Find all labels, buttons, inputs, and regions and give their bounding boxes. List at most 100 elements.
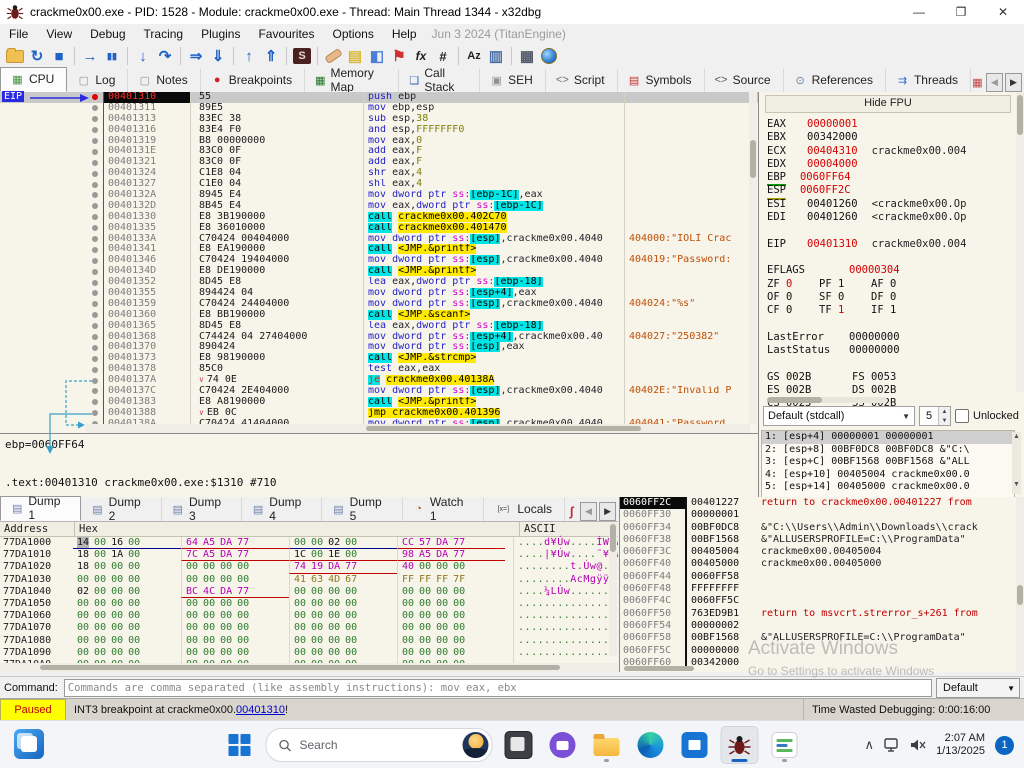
register-row[interactable]: ES 002BDS 002B [767, 384, 1017, 397]
breakpoint-dot-cell[interactable] [86, 103, 104, 114]
register-value[interactable]: 00000000 [849, 344, 900, 356]
disasm-vscrollbar[interactable] [749, 92, 757, 424]
menu-item-favourites[interactable]: Favourites [249, 27, 323, 41]
disasm-row[interactable]: 00401335E8 36010000call crackme0x00.4014… [0, 223, 758, 234]
breakpoint-dot-cell[interactable] [86, 212, 104, 223]
breakpoint-dot-cell[interactable] [86, 234, 104, 245]
stack-row[interactable]: 0060FF440060FF58 [620, 571, 1024, 583]
tab-references[interactable]: ⊙References [784, 69, 886, 92]
tab-script[interactable]: <>Script [546, 69, 618, 92]
breakpoint-dot-cell[interactable] [86, 353, 104, 364]
arguments-list[interactable]: 1: [esp+4] 00000001 000000012: [esp+8] 0… [761, 430, 1015, 497]
functions-icon[interactable]: fx [410, 46, 432, 66]
tab-symbols[interactable]: ▤Symbols [618, 69, 705, 92]
argument-row[interactable]: 5: [esp+14] 00405000 crackme0x00.0 [762, 481, 1014, 494]
argument-row[interactable]: 4: [esp+10] 00405004 crackme0x00.0 [762, 469, 1014, 482]
breakpoint-dot-cell[interactable] [86, 255, 104, 266]
tab-log[interactable]: ▢Log [67, 69, 128, 92]
command-mode-select[interactable]: Default▼ [936, 678, 1020, 698]
breakpoint-dot-cell[interactable] [86, 342, 104, 353]
breakpoint-dot-cell[interactable] [86, 310, 104, 321]
breakpoint-dot-cell[interactable] [86, 277, 104, 288]
breakpoint-dot-cell[interactable] [86, 266, 104, 277]
run-icon[interactable]: → [79, 46, 101, 66]
struct-icon[interactable]: ʃ [565, 505, 578, 518]
tray-volume-muted-icon[interactable] [910, 738, 926, 752]
register-row[interactable]: EDX00004000 [767, 158, 1017, 171]
tab-source[interactable]: <>Source [705, 69, 784, 92]
register-value[interactable]: 00401260 [807, 198, 858, 210]
stack-hscrollbar[interactable] [620, 664, 720, 673]
seh-icon[interactable]: S [293, 48, 311, 64]
breakpoint-dot-cell[interactable] [86, 157, 104, 168]
stack-vscrollbar[interactable] [1016, 497, 1024, 672]
comments-icon[interactable]: ▤ [344, 46, 366, 66]
breakpoint-dot-cell[interactable] [86, 386, 104, 397]
argument-row[interactable]: 2: [esp+8] 00BF0DC8 00BF0DC8 &"C:\ [762, 444, 1014, 457]
stack-row[interactable]: 0060FF4000405000crackme0x00.00405000 [620, 558, 1024, 570]
dump-hscrollbar[interactable] [0, 663, 618, 672]
tab-cpu[interactable]: ▦CPU [0, 67, 67, 92]
dump-tabs-scroll-right-button[interactable]: ▶ [599, 502, 616, 521]
dump-row[interactable]: 77DA101018001A007CA5DA771C001E0098A5DA77… [0, 549, 618, 561]
register-row[interactable] [767, 251, 1017, 264]
tab-watch-1[interactable]: ◔Watch 1 [403, 498, 485, 521]
tray-chevron-up-icon[interactable]: ∧ [865, 737, 875, 753]
breakpoint-dot-cell[interactable] [86, 364, 104, 375]
restore-button[interactable]: ❐ [940, 0, 982, 24]
patch-icon[interactable] [322, 46, 344, 66]
arg-count-stepper[interactable]: 5 ▲▼ [919, 406, 951, 426]
register-value[interactable]: 00000304 [849, 264, 900, 276]
hide-fpu-button[interactable]: Hide FPU [765, 95, 1011, 113]
stack-pane[interactable]: 0060FF2C00401227return to crackme0x00.00… [619, 497, 1024, 672]
tab-notes[interactable]: ▢Notes [128, 69, 200, 92]
register-row[interactable]: EBP0060FF64 [767, 171, 1017, 184]
strings-icon[interactable]: Az [463, 46, 485, 66]
step-over-icon[interactable]: ↷ [154, 46, 176, 66]
menu-item-tracing[interactable]: Tracing [135, 27, 193, 41]
breakpoint-dot-cell[interactable] [86, 114, 104, 125]
stack-row[interactable]: 0060FF3000000001 [620, 509, 1024, 521]
stop-icon[interactable]: ■ [48, 46, 70, 66]
argument-row[interactable]: 1: [esp+4] 00000001 00000001 [762, 431, 1014, 444]
stack-row[interactable]: 0060FF3C00405004crackme0x00.00405004 [620, 546, 1024, 558]
command-input[interactable] [64, 679, 932, 697]
register-value[interactable]: 0060FF64 [800, 171, 851, 183]
spin-up-icon[interactable]: ▲ [939, 407, 950, 416]
taskbar-app-chat[interactable] [545, 727, 581, 763]
tabs-scroll-right-button[interactable]: ▶ [1005, 73, 1022, 92]
register-list[interactable]: EAX00000001EBX00342000ECX00404310crackme… [767, 118, 1017, 411]
bookmarks-icon[interactable]: ⚑ [388, 46, 410, 66]
disasm-row[interactable]: 0040131683E4 F0and esp,FFFFFFF0 [0, 125, 758, 136]
stack-row[interactable]: 0060FF5400000002 [620, 620, 1024, 632]
register-row[interactable]: GS 002BFS 0053 [767, 371, 1017, 384]
register-row[interactable] [767, 317, 1017, 330]
labels-icon[interactable]: ◧ [366, 46, 388, 66]
step-into-icon[interactable]: ↓ [132, 46, 154, 66]
register-row[interactable]: EDI00401260<crackme0x00.Op [767, 211, 1017, 224]
disasm-hscrollbar[interactable] [86, 424, 750, 433]
menu-item-debug[interactable]: Debug [81, 27, 134, 41]
taskbar-clock[interactable]: 2:07 AM 1/13/2025 [936, 732, 985, 758]
tab-threads[interactable]: ⇉Threads [886, 69, 971, 92]
open-file-icon[interactable] [4, 46, 26, 66]
tab-dump-4[interactable]: ▤Dump 4 [242, 498, 322, 521]
breakpoint-dot-cell[interactable] [86, 408, 104, 419]
restart-icon[interactable]: ↻ [26, 46, 48, 66]
spin-down-icon[interactable]: ▼ [939, 416, 950, 425]
dump-row[interactable]: 77DA102018000000000000007419DA7740000000… [0, 561, 618, 573]
register-value[interactable]: 00401260 [807, 211, 858, 223]
hash-icon[interactable]: # [432, 46, 454, 66]
status-address-link[interactable]: 00401310 [236, 704, 285, 716]
register-row[interactable]: EIP00401310crackme0x00.004 [767, 238, 1017, 251]
breakpoint-dot-cell[interactable] [86, 92, 104, 103]
stack-row[interactable]: 0060FF3400BF0DC8&"C:\\Users\\Admin\\Down… [620, 522, 1024, 534]
disassembly-pane[interactable]: 0040131055push ebp0040131189E5mov ebp,es… [0, 92, 759, 433]
breakpoint-dot-cell[interactable] [86, 146, 104, 157]
snippets-icon[interactable]: ▦ [971, 76, 984, 89]
menu-item-help[interactable]: Help [383, 27, 426, 41]
dump-row[interactable]: 77DA1030000000000000000041634D67FFFFFF7F… [0, 574, 618, 586]
pause-icon[interactable]: ▮▮ [101, 46, 123, 66]
menu-item-options[interactable]: Options [323, 27, 382, 41]
dump-row[interactable]: 77DA105000000000000000000000000000000000… [0, 598, 618, 610]
